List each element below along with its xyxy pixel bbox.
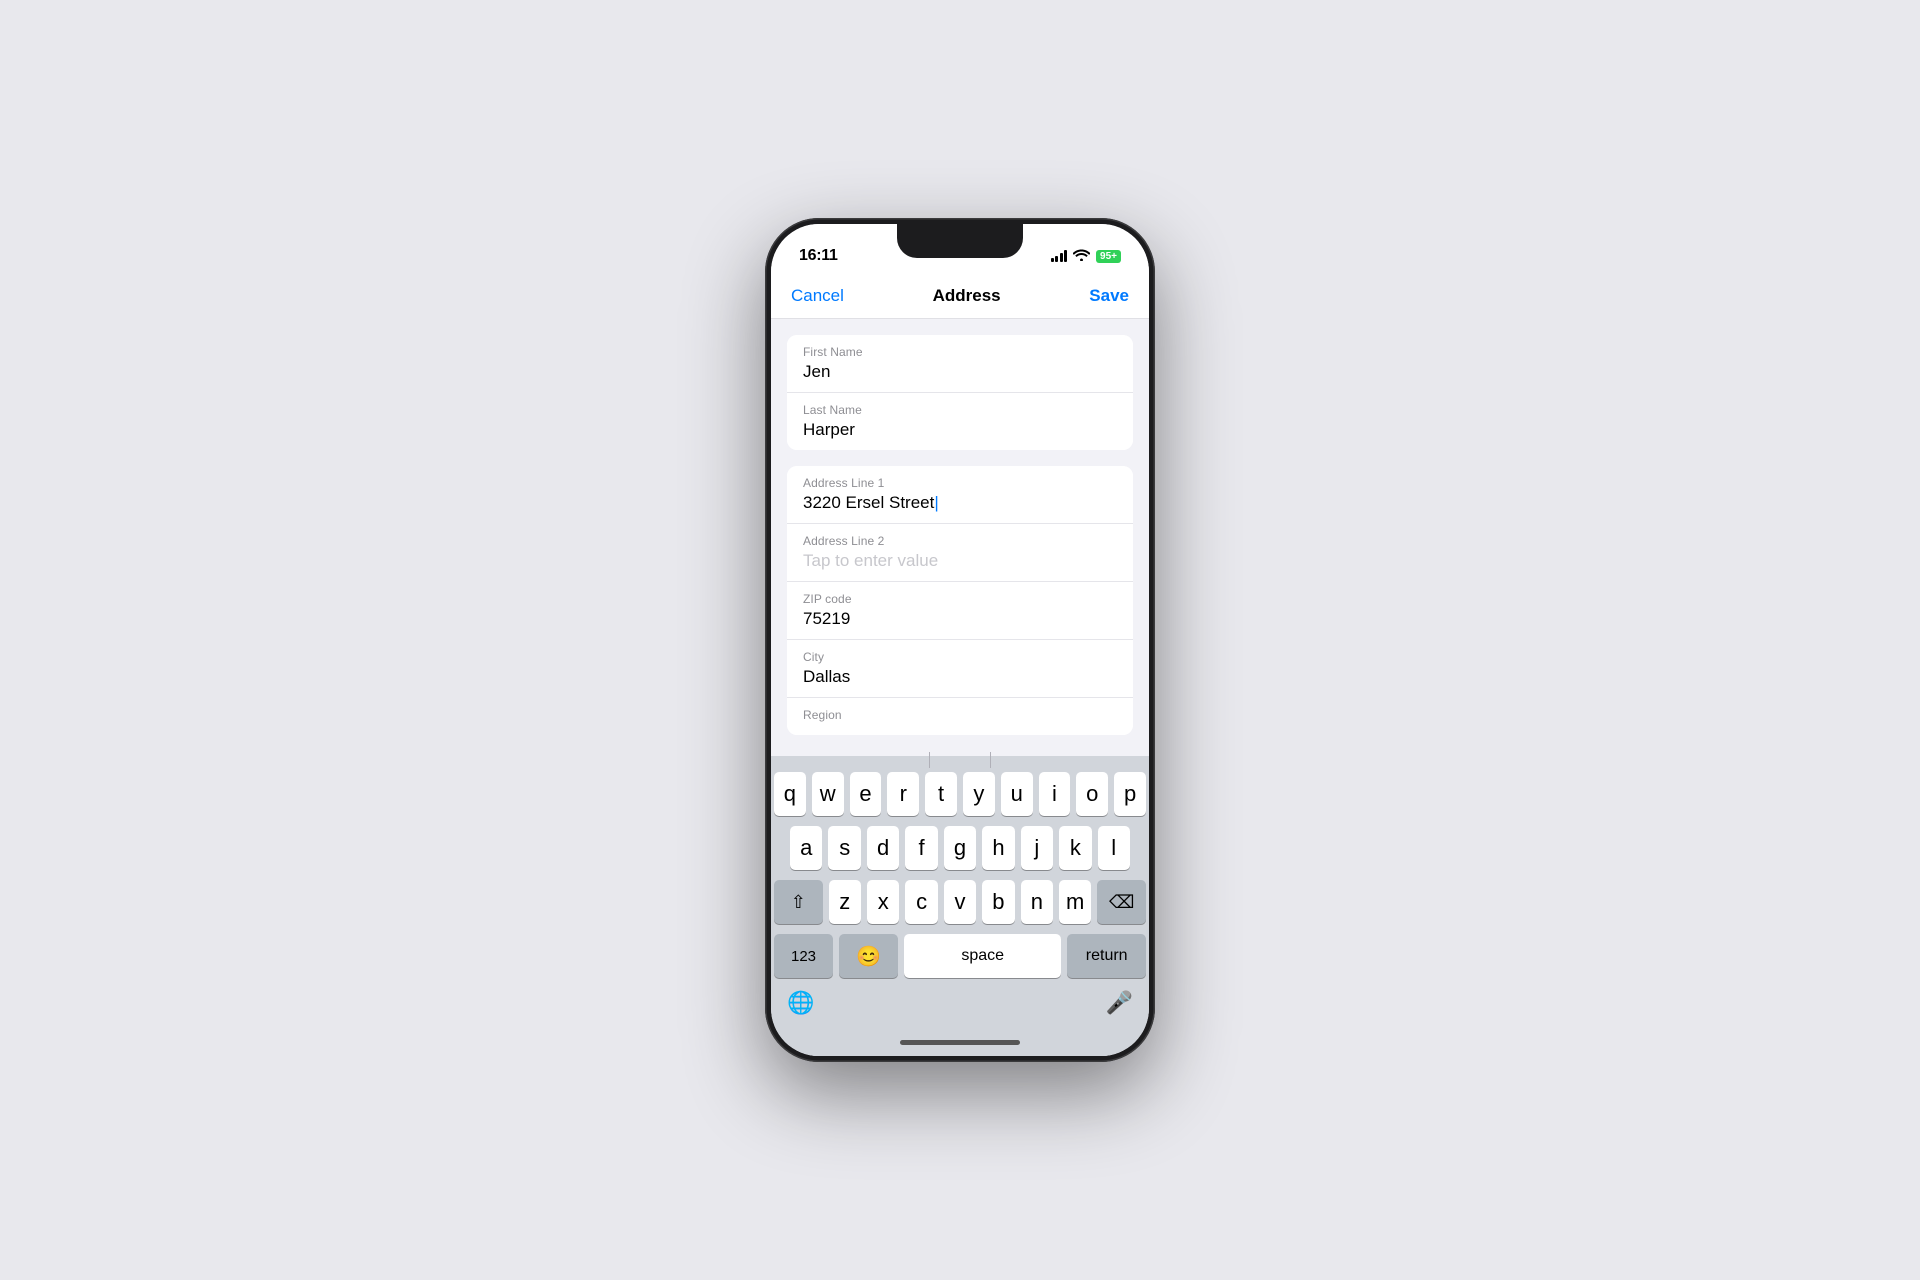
key-a[interactable]: a xyxy=(790,826,822,870)
key-h[interactable]: h xyxy=(982,826,1014,870)
phone-screen: 16:11 95+ Cance xyxy=(771,224,1149,1056)
status-icons: 95+ xyxy=(1051,248,1121,264)
key-l[interactable]: l xyxy=(1098,826,1130,870)
key-p[interactable]: p xyxy=(1114,772,1146,816)
city-label: City xyxy=(803,650,1117,664)
key-n[interactable]: n xyxy=(1021,880,1053,924)
home-indicator xyxy=(771,1028,1149,1056)
form-content: First Name Jen Last Name Harper Address … xyxy=(771,319,1149,756)
key-j[interactable]: j xyxy=(1021,826,1053,870)
key-o[interactable]: o xyxy=(1076,772,1108,816)
key-r[interactable]: r xyxy=(887,772,919,816)
last-name-value: Harper xyxy=(803,420,1117,440)
address-section: Address Line 1 3220 Ersel Street Address… xyxy=(787,466,1133,735)
globe-icon[interactable]: 🌐 xyxy=(787,990,814,1016)
keyboard-top-bar xyxy=(771,756,1149,764)
zip-label: ZIP code xyxy=(803,592,1117,606)
key-y[interactable]: y xyxy=(963,772,995,816)
key-d[interactable]: d xyxy=(867,826,899,870)
key-v[interactable]: v xyxy=(944,880,976,924)
key-e[interactable]: e xyxy=(850,772,882,816)
city-field[interactable]: City Dallas xyxy=(787,640,1133,698)
shift-key[interactable]: ⇧ xyxy=(774,880,823,924)
keyboard: q w e r t y u i o p a s d f g xyxy=(771,756,1149,1056)
key-q[interactable]: q xyxy=(774,772,806,816)
return-key[interactable]: return xyxy=(1067,934,1146,978)
key-f[interactable]: f xyxy=(905,826,937,870)
address-line2-label: Address Line 2 xyxy=(803,534,1117,548)
zip-value: 75219 xyxy=(803,609,1117,629)
key-z[interactable]: z xyxy=(829,880,861,924)
zip-field[interactable]: ZIP code 75219 xyxy=(787,582,1133,640)
key-i[interactable]: i xyxy=(1039,772,1071,816)
numbers-key[interactable]: 123 xyxy=(774,934,833,978)
address-line1-label: Address Line 1 xyxy=(803,476,1117,490)
name-section: First Name Jen Last Name Harper xyxy=(787,335,1133,450)
nav-bar: Cancel Address Save xyxy=(771,274,1149,319)
home-bar xyxy=(900,1040,1020,1045)
space-key[interactable]: space xyxy=(904,934,1061,978)
last-name-field[interactable]: Last Name Harper xyxy=(787,393,1133,450)
page-title: Address xyxy=(933,286,1001,306)
notch xyxy=(897,224,1023,258)
signal-bars-icon xyxy=(1051,250,1068,262)
keyboard-row-2: a s d f g h j k l xyxy=(774,826,1146,870)
address-line2-placeholder: Tap to enter value xyxy=(803,551,1117,571)
status-time: 16:11 xyxy=(799,247,838,265)
address-line1-field[interactable]: Address Line 1 3220 Ersel Street xyxy=(787,466,1133,524)
key-k[interactable]: k xyxy=(1059,826,1091,870)
first-name-label: First Name xyxy=(803,345,1117,359)
keyboard-bottom-row: 🌐 🎤 xyxy=(771,982,1149,1028)
battery-icon: 95+ xyxy=(1096,250,1121,263)
last-name-label: Last Name xyxy=(803,403,1117,417)
keyboard-row-4: 123 😊 space return xyxy=(774,934,1146,978)
key-s[interactable]: s xyxy=(828,826,860,870)
mic-icon[interactable]: 🎤 xyxy=(1106,990,1133,1016)
wifi-icon xyxy=(1073,248,1090,264)
first-name-value: Jen xyxy=(803,362,1117,382)
key-t[interactable]: t xyxy=(925,772,957,816)
address-line1-value: 3220 Ersel Street xyxy=(803,493,1117,513)
key-u[interactable]: u xyxy=(1001,772,1033,816)
first-name-field[interactable]: First Name Jen xyxy=(787,335,1133,393)
keyboard-row-1: q w e r t y u i o p xyxy=(774,772,1146,816)
address-line2-field[interactable]: Address Line 2 Tap to enter value xyxy=(787,524,1133,582)
cancel-button[interactable]: Cancel xyxy=(791,286,844,306)
city-value: Dallas xyxy=(803,667,1117,687)
key-c[interactable]: c xyxy=(905,880,937,924)
keyboard-rows: q w e r t y u i o p a s d f g xyxy=(771,764,1149,982)
key-b[interactable]: b xyxy=(982,880,1014,924)
backspace-key[interactable]: ⌫ xyxy=(1097,880,1146,924)
key-g[interactable]: g xyxy=(944,826,976,870)
phone-frame: 16:11 95+ Cance xyxy=(765,218,1155,1062)
region-field[interactable]: Region xyxy=(787,698,1133,735)
region-label: Region xyxy=(803,708,1117,722)
key-w[interactable]: w xyxy=(812,772,844,816)
key-m[interactable]: m xyxy=(1059,880,1091,924)
save-button[interactable]: Save xyxy=(1089,286,1129,306)
keyboard-row-3: ⇧ z x c v b n m ⌫ xyxy=(774,880,1146,924)
key-x[interactable]: x xyxy=(867,880,899,924)
emoji-key[interactable]: 😊 xyxy=(839,934,898,978)
